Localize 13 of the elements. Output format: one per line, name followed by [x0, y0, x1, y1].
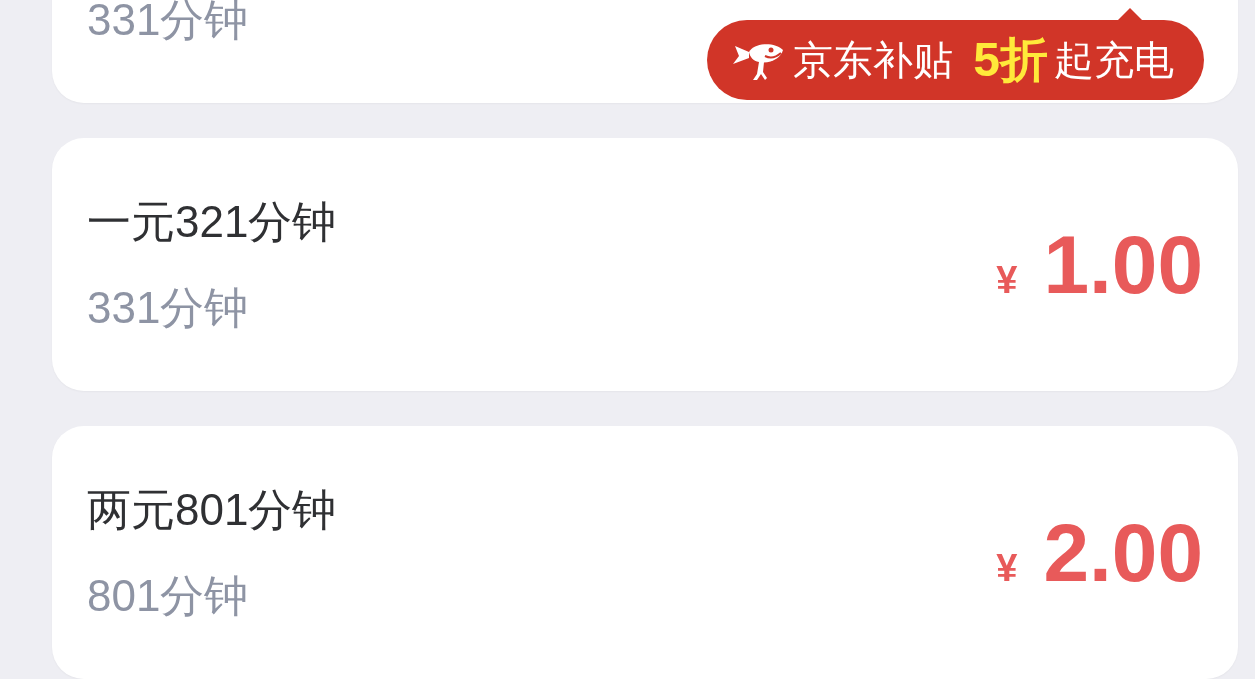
plan-duration: 331分钟	[87, 282, 250, 333]
plan-duration: 801分钟	[87, 570, 250, 621]
badge-label: 起充电	[1054, 36, 1174, 84]
currency-symbol: ¥	[996, 546, 1018, 590]
plan-card[interactable]: 两元801分钟 801分钟 ¥ 2.00	[52, 426, 1238, 679]
badge-label: 京东补贴	[793, 36, 954, 84]
currency-symbol: ¥	[996, 258, 1018, 302]
discount-label: 5折	[973, 32, 1048, 88]
plan-title: 一元321分钟	[87, 196, 337, 247]
plan-card[interactable]: 一元321分钟 331分钟 ¥ 1.00	[52, 138, 1238, 391]
plan-price: 1.00	[1043, 223, 1203, 306]
plan-title: 两元801分钟	[87, 484, 337, 535]
plan-price: 2.00	[1043, 511, 1203, 594]
